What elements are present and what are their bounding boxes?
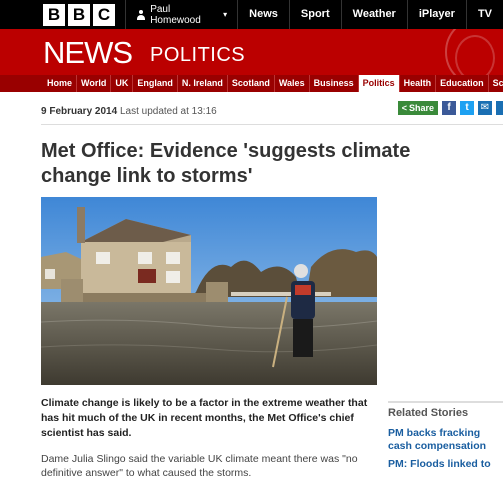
bbc-logo-letter: B <box>43 3 65 26</box>
section-nav-health[interactable]: Health <box>400 75 437 92</box>
article-lead: Climate change is likely to be a factor … <box>41 397 368 439</box>
article-date: 9 February 2014 Last updated at 13:16 <box>41 106 217 117</box>
section-nav-education[interactable]: Education <box>436 75 489 92</box>
user-icon <box>136 9 146 20</box>
share-bar: < Share f t ✉ <box>397 101 503 115</box>
divider <box>41 124 503 125</box>
article-photo <box>41 197 377 385</box>
news-brand[interactable]: NEWS <box>43 35 133 71</box>
related-stories: Related Stories PM backs fracking cash c… <box>388 401 503 476</box>
facebook-icon[interactable]: f <box>442 101 456 115</box>
email-icon[interactable]: ✉ <box>478 101 492 115</box>
share-label: Share <box>408 103 434 113</box>
section-nav-england[interactable]: England <box>133 75 178 92</box>
section-nav-politics[interactable]: Politics <box>358 75 400 92</box>
share-button[interactable]: < Share <box>397 101 438 115</box>
last-updated: Last updated at 13:16 <box>119 106 217 117</box>
top-nav-sport[interactable]: Sport <box>288 0 341 29</box>
section-nav-scotland[interactable]: Scotland <box>228 75 275 92</box>
section-nav: Home World UK England N. Ireland Scotlan… <box>0 75 503 92</box>
section-nav-uk[interactable]: UK <box>111 75 134 92</box>
divider <box>125 0 126 29</box>
more-share-icon[interactable] <box>496 101 503 115</box>
bbc-logo-letter: B <box>68 3 90 26</box>
top-nav-tv[interactable]: TV <box>465 0 503 29</box>
section-nav-science[interactable]: Sci <box>489 75 503 92</box>
section-nav-business[interactable]: Business <box>310 75 359 92</box>
section-nav-n-ireland[interactable]: N. Ireland <box>178 75 228 92</box>
related-link[interactable]: PM backs fracking cash compensation <box>388 427 503 453</box>
decorative-swoosh <box>455 35 495 75</box>
top-nav-iplayer[interactable]: iPlayer <box>406 0 466 29</box>
top-nav-news[interactable]: News <box>237 0 289 29</box>
publish-date: 9 February 2014 <box>41 106 118 117</box>
top-nav-weather[interactable]: Weather <box>340 0 407 29</box>
account-menu[interactable]: Paul Homewood ▾ <box>136 4 227 26</box>
account-name: Paul Homewood <box>150 3 201 26</box>
twitter-icon[interactable]: t <box>460 101 474 115</box>
bbc-logo-letter: C <box>93 3 115 26</box>
related-link[interactable]: PM: Floods linked to <box>388 458 503 471</box>
news-header: NEWS POLITICS <box>0 29 503 75</box>
article-headline: Met Office: Evidence 'suggests climate c… <box>41 140 411 187</box>
section-nav-world[interactable]: World <box>77 75 112 92</box>
section-nav-wales[interactable]: Wales <box>275 75 310 92</box>
share-icon: < <box>401 103 407 113</box>
top-bar: B B C Paul Homewood ▾ News Sport Weather… <box>0 0 503 29</box>
article-paragraph: Dame Julia Slingo said the variable UK c… <box>41 453 358 479</box>
caret-down-icon: ▾ <box>223 10 228 19</box>
top-nav: News Sport Weather iPlayer TV <box>237 0 503 29</box>
section-title: POLITICS <box>150 44 246 66</box>
bbc-logo[interactable]: B B C <box>43 3 115 26</box>
related-heading: Related Stories <box>388 407 469 419</box>
section-nav-home[interactable]: Home <box>43 75 78 92</box>
